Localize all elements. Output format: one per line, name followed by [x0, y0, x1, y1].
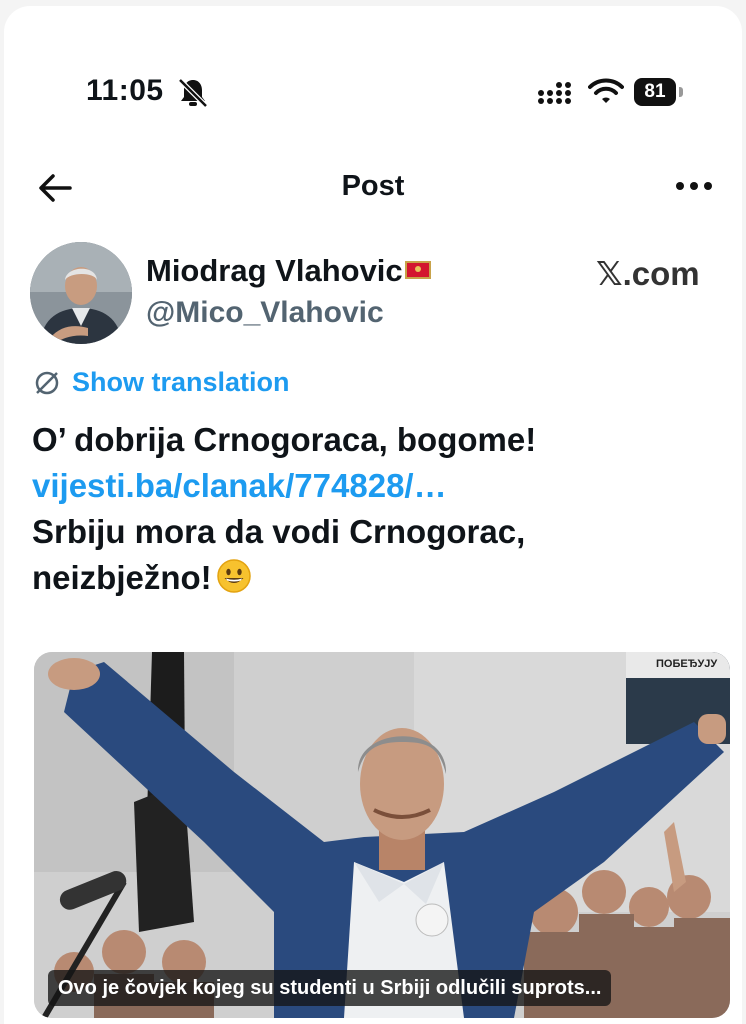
- article-link[interactable]: vijesti.ba/clanak/774828/…: [32, 463, 722, 509]
- show-translation-link[interactable]: Show translation: [72, 367, 290, 398]
- post-text: O’ dobrija Crnogoraca, bogome! vijesti.b…: [32, 417, 722, 601]
- battery-level: 81: [634, 78, 676, 106]
- bell-muted-icon: [178, 78, 208, 108]
- page-title: Post: [341, 170, 405, 202]
- author-name-text: Miodrag Vlahovic: [146, 253, 403, 288]
- x-watermark: 𝕏.com: [596, 255, 700, 292]
- grinning-face-icon: [216, 559, 251, 594]
- status-time: 11:05: [86, 74, 164, 107]
- post-line-4: neizbježno!: [32, 555, 722, 601]
- montenegro-flag-icon: [404, 260, 431, 279]
- author-name[interactable]: Miodrag Vlahovic: [146, 253, 431, 289]
- signal-icon: [538, 82, 571, 104]
- phone-screen: 11:05 81 Post Miodrag Vlahovic @Mico_Vla…: [4, 6, 742, 1024]
- post-image[interactable]: ПОБЕЂУЈУ Ovo je čovjek kojeg su studenti…: [34, 652, 730, 1018]
- more-options-icon[interactable]: [672, 176, 716, 196]
- post-line-4-text: neizbježno!: [32, 559, 212, 596]
- image-caption: Ovo je čovjek kojeg su studenti u Srbiji…: [48, 970, 612, 1006]
- sign-text: ПОБЕЂУЈУ: [656, 658, 718, 670]
- post-line-1: O’ dobrija Crnogoraca, bogome!: [32, 421, 537, 458]
- wifi-icon: [588, 78, 624, 103]
- author-handle[interactable]: @Mico_Vlahovic: [146, 296, 384, 330]
- battery-icon: 81: [634, 78, 684, 106]
- avatar[interactable]: [30, 242, 132, 344]
- post-line-3: Srbiju mora da vodi Crnogorac,: [32, 513, 526, 550]
- globe-slash-icon: [35, 371, 59, 395]
